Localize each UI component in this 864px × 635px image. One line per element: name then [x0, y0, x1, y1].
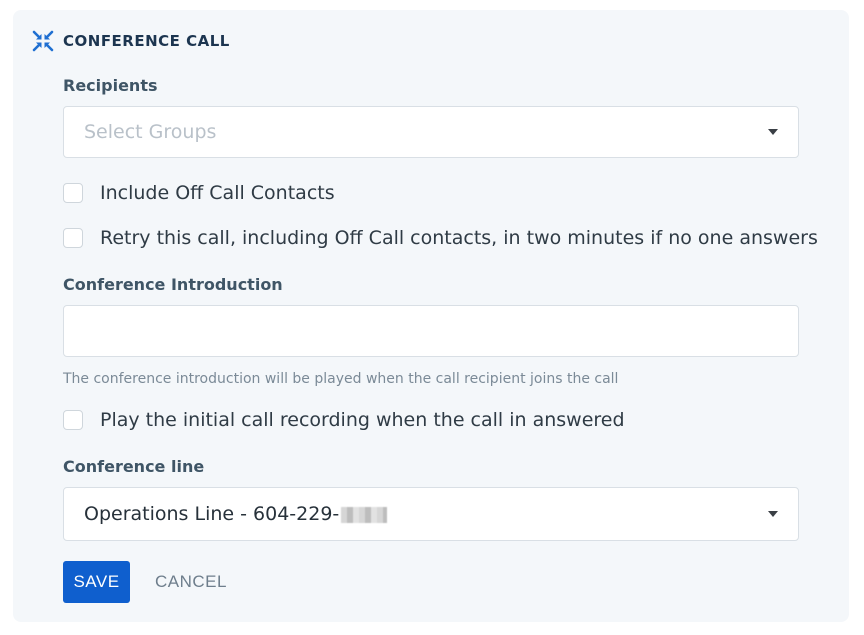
conference-line-value: Operations Line - 604-229-: [84, 503, 388, 525]
chevron-down-icon: [768, 511, 778, 517]
chevron-down-icon: [768, 129, 778, 135]
compress-arrows-icon: [32, 30, 54, 52]
retry-call-checkbox[interactable]: [63, 228, 83, 248]
include-off-call-label: Include Off Call Contacts: [100, 182, 335, 204]
retry-call-option[interactable]: Retry this call, including Off Call cont…: [63, 227, 818, 249]
cancel-button[interactable]: CANCEL: [155, 561, 227, 603]
play-recording-checkbox[interactable]: [63, 410, 83, 430]
recipients-placeholder: Select Groups: [84, 121, 217, 143]
conference-line-label: Conference line: [63, 457, 205, 476]
panel-title: CONFERENCE CALL: [63, 32, 230, 50]
panel-header: CONFERENCE CALL: [32, 30, 230, 52]
include-off-call-checkbox[interactable]: [63, 183, 83, 203]
redacted-digits: [341, 506, 388, 523]
recipients-label: Recipients: [63, 76, 158, 95]
save-button[interactable]: SAVE: [63, 561, 130, 603]
play-recording-label: Play the initial call recording when the…: [100, 409, 625, 431]
introduction-label: Conference Introduction: [63, 275, 283, 294]
include-off-call-option[interactable]: Include Off Call Contacts: [63, 182, 335, 204]
conference-call-panel: CONFERENCE CALL Recipients Select Groups…: [13, 10, 849, 622]
conference-line-text: Operations Line - 604-229-: [84, 503, 340, 525]
recipients-select[interactable]: Select Groups: [63, 106, 799, 158]
retry-call-label: Retry this call, including Off Call cont…: [100, 227, 818, 249]
conference-line-select[interactable]: Operations Line - 604-229-: [63, 487, 799, 541]
play-recording-option[interactable]: Play the initial call recording when the…: [63, 409, 625, 431]
introduction-input[interactable]: [63, 305, 799, 357]
introduction-hint: The conference introduction will be play…: [63, 371, 619, 387]
